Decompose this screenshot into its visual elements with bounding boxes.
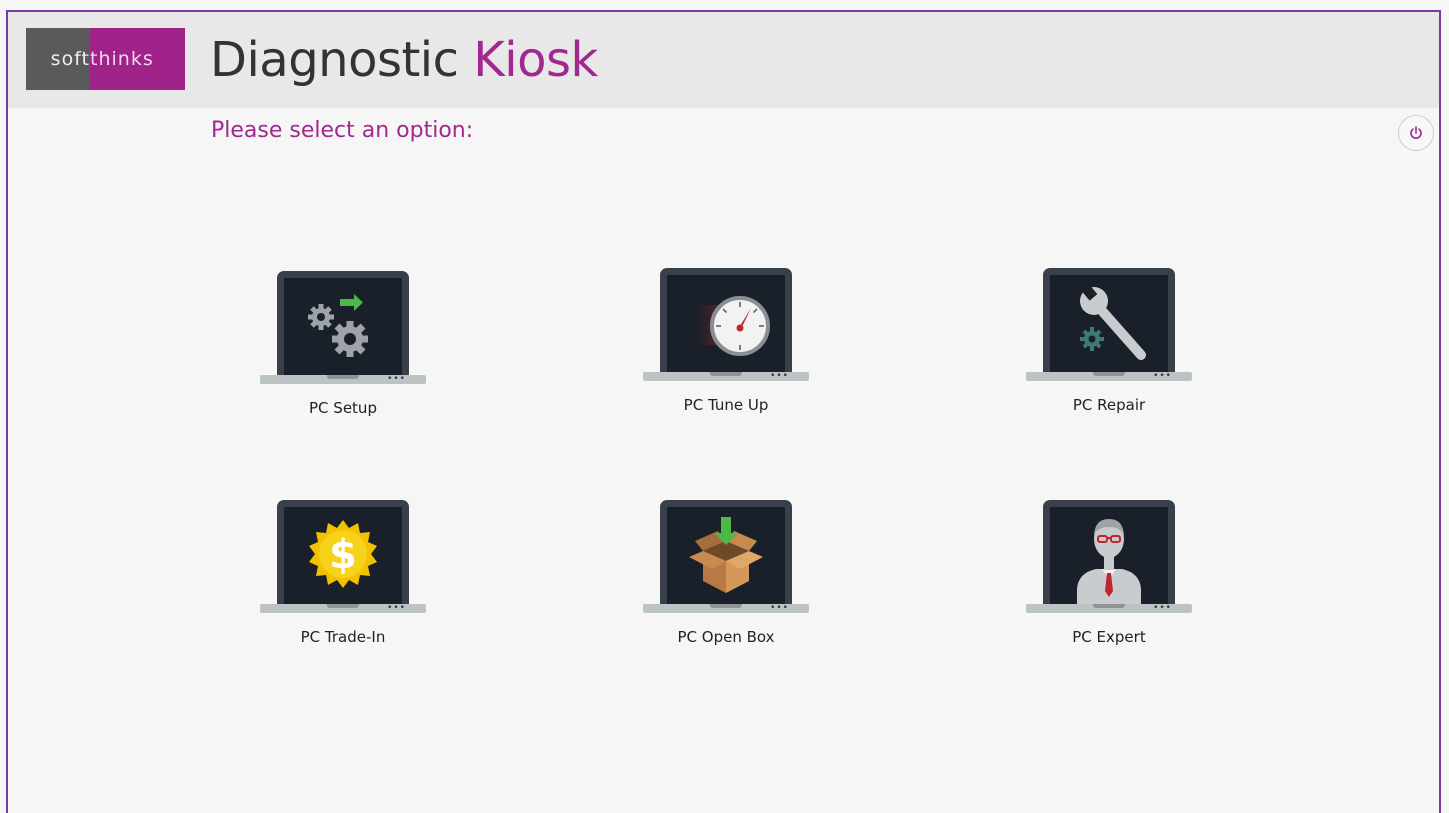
laptop-graphic: ••• — [1026, 268, 1196, 386]
page-title: Diagnostic Kiosk — [210, 32, 598, 88]
option-label: PC Expert — [1072, 628, 1146, 646]
logo-text-left: soft — [26, 28, 90, 90]
option-label: PC Open Box — [677, 628, 775, 646]
wrench-icon — [1080, 283, 1146, 360]
gears-icon — [308, 294, 368, 357]
expert-person-icon — [1077, 519, 1141, 606]
option-label: PC Repair — [1072, 396, 1146, 414]
laptop-graphic: ••• — [260, 271, 430, 389]
title-main: Diagnostic — [210, 32, 459, 88]
svg-text:$: $ — [329, 532, 357, 578]
title-accent: Kiosk — [473, 32, 598, 88]
power-icon — [1410, 126, 1422, 139]
option-pc-trade-in[interactable]: $ ••• PC Trade-In — [260, 500, 430, 646]
laptop-graphic: ••• — [643, 500, 813, 618]
option-pc-open-box[interactable]: ••• PC Open Box — [643, 500, 813, 646]
option-label: PC Setup — [309, 399, 377, 417]
option-pc-repair[interactable]: ••• PC Repair — [1026, 268, 1196, 414]
laptop-graphic: $ ••• — [260, 500, 430, 618]
option-pc-setup[interactable]: ••• PC Setup — [260, 271, 430, 417]
option-pc-expert[interactable]: ••• PC Expert — [1026, 500, 1196, 646]
laptop-graphic: ••• — [1026, 500, 1196, 618]
logo-text-right: thinks — [90, 28, 185, 90]
speedometer-icon — [689, 296, 770, 356]
laptop-graphic: ••• — [643, 268, 813, 386]
open-box-icon — [689, 517, 763, 593]
softthinks-logo: soft thinks — [26, 28, 185, 90]
dollar-badge-icon: $ — [309, 520, 377, 588]
option-label: PC Tune Up — [683, 396, 769, 414]
power-button[interactable] — [1398, 115, 1434, 151]
select-option-prompt: Please select an option: — [211, 118, 474, 143]
option-label: PC Trade-In — [300, 628, 386, 646]
option-pc-tune-up[interactable]: ••• PC Tune Up — [643, 268, 813, 414]
